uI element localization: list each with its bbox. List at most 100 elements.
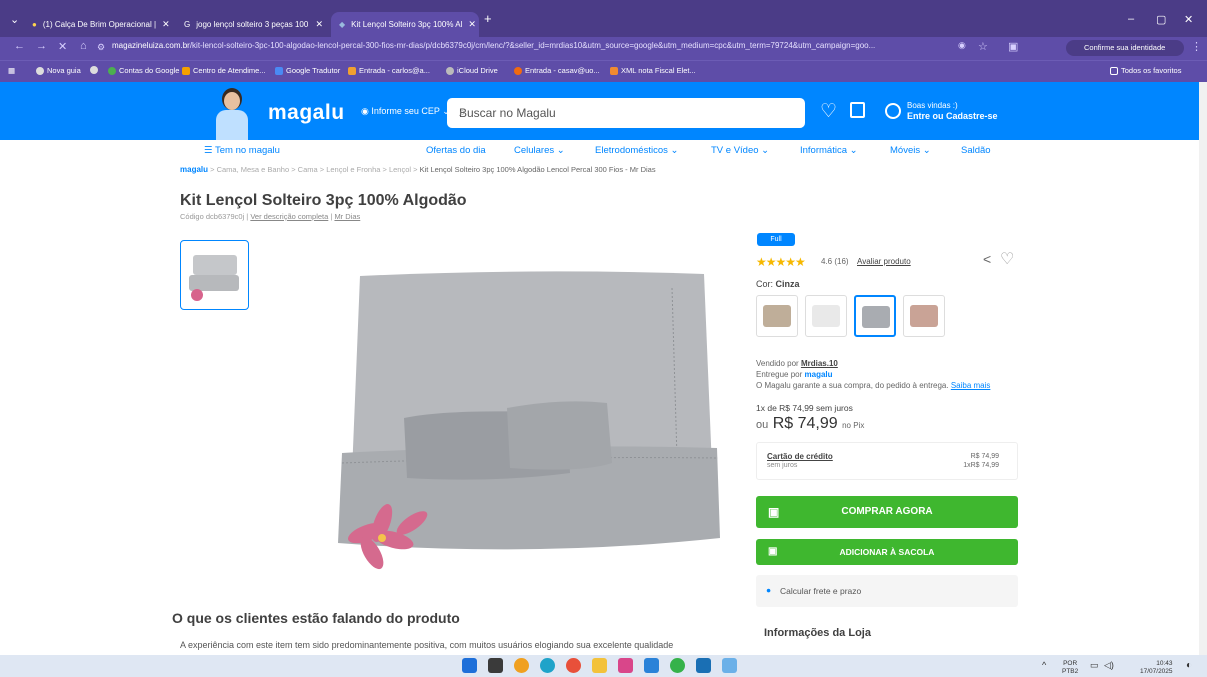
nav-tem-no-magalu[interactable]: ☰ Tem no magalu: [204, 145, 280, 156]
volume-icon[interactable]: ◁): [1104, 660, 1114, 671]
eye-off-icon[interactable]: ◉: [958, 40, 966, 51]
network-icon[interactable]: ▭: [1090, 660, 1099, 671]
tray-chevron-icon[interactable]: ^: [1042, 660, 1046, 670]
bookmark-item[interactable]: XML nota Fiscal Elet...: [610, 66, 696, 75]
color-swatch-bege[interactable]: [756, 295, 798, 337]
tab-kit-lencol[interactable]: ◆ Kit Lençol Solteiro 3pç 100% Al ✕: [331, 12, 479, 37]
app-icon[interactable]: [722, 658, 737, 673]
forward-icon[interactable]: →: [36, 40, 47, 52]
share-icon[interactable]: <: [983, 251, 991, 267]
edge-icon[interactable]: [540, 658, 555, 673]
whatsapp-icon[interactable]: [670, 658, 685, 673]
close-icon[interactable]: ✕: [162, 19, 170, 30]
language-indicator[interactable]: POR PTB2: [1062, 660, 1078, 676]
product-code: Código dcb6379c0j | Ver descrição comple…: [180, 212, 361, 221]
cep-selector[interactable]: ◉ Informe seu CEP ⌄: [361, 106, 450, 117]
outlook-icon[interactable]: [644, 658, 659, 673]
color-label: Cor: Cinza: [756, 279, 800, 289]
url-field[interactable]: magazineluiza.com.br/kit-lencol-solteiro…: [112, 41, 950, 56]
home-icon[interactable]: ⌂: [80, 40, 87, 52]
tab-search-icon[interactable]: ⌄: [10, 13, 19, 26]
bookmark-item[interactable]: Google Tradutor: [275, 66, 340, 75]
minimize-button[interactable]: –: [1128, 13, 1134, 25]
nav-celulares[interactable]: Celulares ⌄: [514, 145, 565, 156]
nav-moveis[interactable]: Móveis ⌄: [890, 145, 931, 156]
color-swatch-branco[interactable]: [805, 295, 847, 337]
nav-ofertas[interactable]: Ofertas do dia: [426, 145, 486, 156]
color-swatch-cinza[interactable]: [854, 295, 896, 337]
guarantee-text: O Magalu garante a sua compra, do pedido…: [756, 381, 991, 390]
menu-icon[interactable]: ⋮: [1191, 40, 1202, 53]
clock[interactable]: 10:43 17/07/2025: [1140, 660, 1173, 676]
login-link[interactable]: Boas vindas :) Entre ou Cadastre-se: [907, 101, 998, 121]
product-main-image[interactable]: [332, 268, 722, 588]
nav-informatica[interactable]: Informática ⌄: [800, 145, 858, 156]
task-view-icon[interactable]: [488, 658, 503, 673]
apps-icon[interactable]: ▦: [8, 66, 15, 75]
store-info-heading: Informações da Loja: [764, 627, 871, 639]
app-icon[interactable]: [514, 658, 529, 673]
mascot-avatar: [210, 86, 254, 140]
add-to-bag-button[interactable]: ▣ ADICIONAR À SACOLA: [756, 539, 1018, 565]
description-link[interactable]: Ver descrição completa: [250, 212, 328, 221]
star-icon[interactable]: ☆: [978, 40, 988, 53]
bag-icon[interactable]: [850, 102, 865, 118]
store-icon[interactable]: [696, 658, 711, 673]
all-bookmarks[interactable]: Todos os favoritos: [1110, 66, 1181, 75]
app-icon[interactable]: [618, 658, 633, 673]
close-icon[interactable]: ✕: [468, 19, 476, 30]
bookmark-item[interactable]: Entrada - carlos@a...: [348, 66, 430, 75]
bookmark-item[interactable]: Entrada - casav@uo...: [514, 66, 600, 75]
bookmark-item[interactable]: Contas do Google: [108, 66, 179, 75]
new-tab-button[interactable]: +: [484, 11, 492, 26]
nav-tv-video[interactable]: TV e Vídeo ⌄: [711, 145, 769, 156]
shipping-label: Calcular frete e prazo: [780, 586, 862, 596]
brand-link[interactable]: Mr Dias: [334, 212, 360, 221]
notification-icon[interactable]: ◐: [1186, 660, 1192, 671]
magalu-logo[interactable]: magalu: [268, 101, 345, 125]
user-icon[interactable]: [885, 103, 901, 119]
cart-icon: ▣: [768, 505, 780, 519]
stop-icon[interactable]: ✕: [58, 40, 67, 53]
close-window-button[interactable]: ✕: [1184, 13, 1193, 26]
breadcrumb-path[interactable]: > Cama, Mesa e Banho > Cama > Lençol e F…: [210, 165, 417, 174]
chrome-icon[interactable]: [566, 658, 581, 673]
folder-icon[interactable]: [592, 658, 607, 673]
product-title: Kit Lençol Solteiro 3pç 100% Algodão: [180, 192, 467, 209]
google-icon: G: [184, 20, 191, 29]
bedding-set-illustration: [338, 271, 720, 570]
magalu-logo-small: magalu: [804, 370, 833, 379]
site-info-icon[interactable]: ⚙: [97, 42, 105, 53]
back-icon[interactable]: ←: [14, 40, 25, 52]
nav-saldao[interactable]: Saldão: [961, 145, 991, 156]
page-scrollbar[interactable]: [1199, 82, 1207, 655]
bookmark-item[interactable]: Nova guia: [36, 66, 81, 75]
tab-calca[interactable]: ● (1) Calça De Brim Operacional | ✕: [24, 12, 176, 37]
product-thumbnail[interactable]: [180, 240, 249, 310]
breadcrumb-home[interactable]: magalu: [180, 165, 208, 174]
tab-jogo-lencol[interactable]: G jogo lençol solteiro 3 peças 100 ✕: [176, 12, 331, 37]
restore-button[interactable]: ▢: [1156, 13, 1166, 26]
bookmark-item[interactable]: iCloud Drive: [446, 66, 498, 75]
color-swatch-rose[interactable]: [903, 295, 945, 337]
close-icon[interactable]: ✕: [315, 19, 323, 30]
globe-icon[interactable]: [90, 66, 98, 74]
rate-product-link[interactable]: Avaliar produto: [857, 257, 911, 266]
seller-link[interactable]: Mrdias.10: [801, 359, 838, 368]
favorite-heart-icon[interactable]: ♡: [1000, 249, 1014, 269]
bookmark-item[interactable]: Centro de Atendime...: [182, 66, 266, 75]
search-input[interactable]: Buscar no Magalu ⌕: [447, 98, 805, 128]
buy-now-button[interactable]: ▣ COMPRAR AGORA: [756, 496, 1018, 528]
tab-label: Kit Lençol Solteiro 3pç 100% Al: [351, 20, 463, 29]
heart-icon[interactable]: ♡: [820, 100, 837, 123]
extensions-icon[interactable]: ▣: [1008, 40, 1018, 53]
delivered-by: Entregue por magalu: [756, 370, 833, 379]
search-icon[interactable]: ⌕: [459, 105, 793, 120]
know-more-link[interactable]: Saiba mais: [951, 381, 991, 390]
start-icon[interactable]: [462, 658, 477, 673]
nav-eletrodomesticos[interactable]: Eletrodomésticos ⌄: [595, 145, 678, 156]
shipping-calculator[interactable]: ● Calcular frete e prazo: [756, 575, 1018, 607]
profile-button[interactable]: Confirme sua identidade: [1066, 40, 1184, 56]
credit-card-option[interactable]: Cartão de crédito sem juros R$ 74,99 1xR…: [756, 442, 1018, 480]
tab-favicon: ◆: [339, 20, 346, 29]
